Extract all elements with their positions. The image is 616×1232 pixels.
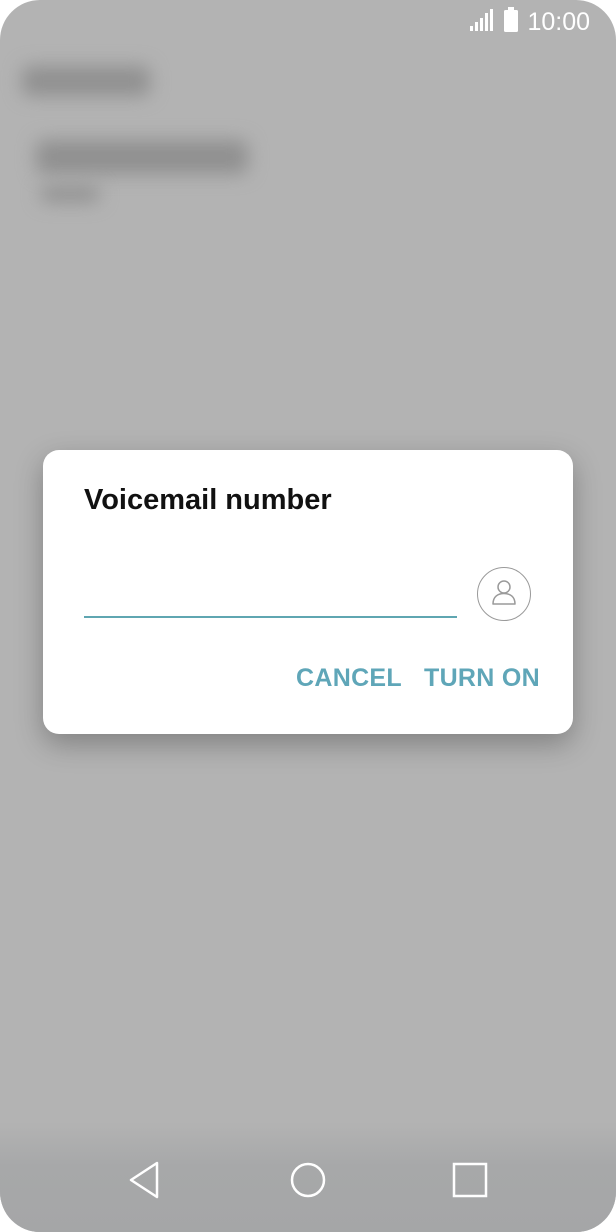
status-bar: 10:00	[0, 0, 616, 44]
background-blur	[40, 186, 100, 202]
home-icon	[289, 1161, 327, 1204]
back-button[interactable]	[113, 1150, 177, 1214]
phone-screen: 10:00 Voicemail number CANCEL TURN ON	[0, 0, 616, 1232]
dialog-title: Voicemail number	[84, 484, 332, 516]
contact-icon	[489, 577, 519, 612]
contact-picker-button[interactable]	[477, 567, 531, 621]
voicemail-dialog: Voicemail number CANCEL TURN ON	[43, 450, 573, 734]
background-blur	[36, 140, 248, 174]
signal-icon	[469, 8, 495, 37]
status-time: 10:00	[527, 8, 590, 36]
status-icons: 10:00	[469, 6, 590, 38]
battery-icon	[503, 6, 519, 38]
recents-icon	[452, 1162, 488, 1203]
voicemail-number-input[interactable]	[84, 572, 457, 618]
cancel-button[interactable]: CANCEL	[296, 664, 402, 693]
background-blur	[22, 66, 150, 96]
recents-button[interactable]	[438, 1150, 502, 1214]
turn-on-button[interactable]: TURN ON	[424, 664, 540, 693]
back-icon	[127, 1160, 163, 1205]
home-button[interactable]	[276, 1150, 340, 1214]
navigation-bar	[0, 1122, 616, 1232]
